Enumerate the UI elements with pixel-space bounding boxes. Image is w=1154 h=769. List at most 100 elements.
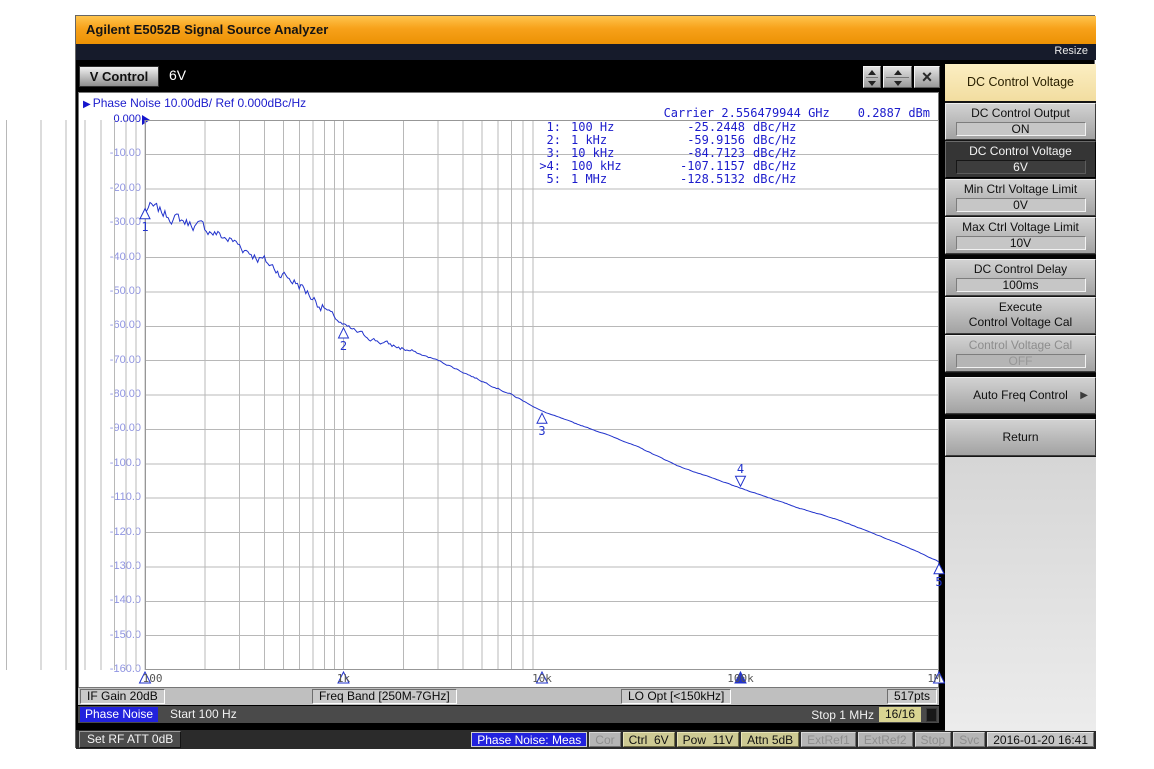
v-control-value[interactable]: 6V [169,67,186,83]
svg-text:4: 4 [737,462,744,476]
average-count-badge: 16/16 [879,707,921,722]
x-tick-label: 1k [337,672,350,685]
start-freq-label: Start 100 Hz [170,707,237,722]
carrier-readout: Carrier 2.556479944 GHz 0.2887 dBm [664,106,930,120]
y-tick-label: -10.00 [79,146,141,161]
trace-status-bar: Phase Noise Start 100 Hz Stop 1 MHz 16/1… [78,706,939,723]
spin-up-icon[interactable] [868,70,876,75]
softkey-min-ctrl-voltage-limit[interactable]: Min Ctrl Voltage Limit0V [945,179,1096,216]
y-tick-label: -120.0 [79,525,141,540]
softkey-label: Auto Freq Control [946,380,1095,411]
lo-opt-status: LO Opt [<150kHz] [621,689,731,704]
trace-marker-5[interactable]: 5 [934,564,944,589]
trace-marker-1[interactable]: 1 [140,209,150,234]
marker-triangle-icon[interactable] [339,328,349,338]
trace-marker-3[interactable]: 3 [537,413,547,438]
softkey-dc-control-delay[interactable]: DC Control Delay100ms [945,259,1096,296]
status-segment-extref2: ExtRef2 [858,732,913,747]
y-tick-label: -130.0 [79,559,141,574]
softkey-label: DC Control Delay [946,262,1095,277]
status-segment-pow-11v: Pow 11V [677,732,739,747]
x-tick-label: 100k [727,672,754,685]
marker-triangle-icon[interactable] [140,209,150,219]
status-segment-2016-01-20-16-41: 2016-01-20 16:41 [987,732,1094,747]
y-tick-label: -60.00 [79,318,141,333]
softkey-label-line2: Control Voltage Cal [946,315,1095,330]
measurement-status-row: IF Gain 20dB Freq Band [250M-7GHz] LO Op… [78,688,939,705]
trace-marker-4[interactable]: 4 [736,462,746,486]
softkey-menu-header: DC Control Voltage [945,64,1096,101]
spin-down-icon[interactable] [868,81,876,86]
softkey-dc-control-voltage[interactable]: DC Control Voltage6V [945,141,1096,178]
submenu-arrow-icon: ▶ [1080,390,1088,401]
trace-bar-handle[interactable] [926,708,937,722]
y-tick-label: -140.0 [79,593,141,608]
v-control-label[interactable]: V Control [79,66,159,87]
coarse-spinner[interactable] [883,66,912,88]
softkey-label: DC Control Voltage [946,144,1095,159]
status-segment-stop: Stop [915,732,952,747]
marker-table-row: 5:1 MHz-128.5132dBc/Hz [531,173,796,186]
app-window: Agilent E5052B Signal Source Analyzer Re… [75,15,1095,748]
trace-marker-2[interactable]: 2 [339,328,349,353]
instrument-status-bar: Set RF ATT 0dB Phase Noise: MeasCorCtrl … [76,730,1096,749]
x-tick-label: 10k [532,672,552,685]
trace-name-badge[interactable]: Phase Noise [80,707,158,722]
freq-band-status: Freq Band [250M-7GHz] [312,689,457,704]
y-tick-label: -90.00 [79,421,141,436]
svg-text:5: 5 [935,575,942,589]
marker-triangle-icon[interactable] [934,564,944,574]
v-control-bar: V Control 6V × [76,64,941,90]
softkey-value: 6V [956,160,1086,174]
y-tick-label: -150.0 [79,628,141,643]
carrier-power: 0.2887 dBm [858,106,930,120]
softkey-label: DC Control Output [946,106,1095,121]
status-segment-attn-5db: Attn 5dB [741,732,799,747]
softkey-max-ctrl-voltage-limit[interactable]: Max Ctrl Voltage Limit10V [945,217,1096,254]
softkey-value: ON [956,122,1086,136]
softkey-value: 10V [956,236,1086,250]
softkey-label: Execute [946,300,1095,315]
softkey-dc-control-output[interactable]: DC Control OutputON [945,103,1096,140]
softkey-menu-filler [945,457,1096,731]
marker-unit: dBc/Hz [745,173,796,186]
softkey-execute[interactable]: ExecuteControl Voltage Cal [945,297,1096,334]
fine-spinner[interactable] [863,66,881,88]
resize-menu-item[interactable]: Resize [1054,45,1088,57]
set-rf-att-status: Set RF ATT 0dB [79,731,181,748]
softkey-return[interactable]: Return [945,419,1096,456]
status-segment-cor: Cor [589,732,620,747]
points-status: 517pts [887,689,937,704]
screen: Agilent E5052B Signal Source Analyzer Re… [0,0,1154,769]
menu-strip: Resize [76,44,1096,60]
spin-up-icon[interactable] [894,70,902,75]
softkey-value: OFF [956,354,1086,368]
phase-noise-graph: 12345 [145,120,939,686]
status-segments: Phase Noise: MeasCorCtrl 6VPow 11VAttn 5… [471,732,1094,747]
svg-text:1: 1 [141,220,148,234]
softkey-auto-freq-control[interactable]: Auto Freq Control▶ [945,377,1096,414]
softkey-buttons: DC Control OutputONDC Control Voltage6VM… [945,103,1096,456]
status-segment-ctrl-6v: Ctrl 6V [623,732,675,747]
close-icon[interactable]: × [914,66,940,88]
y-tick-label: -50.00 [79,284,141,299]
status-segment-phase-noise-meas: Phase Noise: Meas [471,732,587,747]
softkey-control-voltage-cal[interactable]: Control Voltage CalOFF [945,335,1096,372]
softkey-label: Min Ctrl Voltage Limit [946,182,1095,197]
plot-window: ▶Phase Noise 10.00dB/ Ref 0.000dBc/Hz Ca… [78,92,939,688]
spin-down-icon[interactable] [894,81,902,86]
marker-table: 1:100 Hz-25.2448dBc/Hz 2:1 kHz-59.9156dB… [531,121,796,186]
status-segment-extref1: ExtRef1 [801,732,856,747]
marker-triangle-icon[interactable] [736,476,746,486]
stop-freq-label: Stop 1 MHz [811,708,874,722]
x-tick-label: 1M [927,672,940,685]
if-gain-status: IF Gain 20dB [80,689,165,704]
y-tick-label: -30.00 [79,215,141,230]
trace-marker-icon: ▶ [83,99,91,110]
softkey-value: 0V [956,198,1086,212]
marker-triangle-icon[interactable] [537,413,547,423]
svg-text:3: 3 [538,424,545,438]
y-tick-label: -80.00 [79,387,141,402]
softkey-label: Max Ctrl Voltage Limit [946,220,1095,235]
carrier-freq: Carrier 2.556479944 GHz [664,106,830,120]
